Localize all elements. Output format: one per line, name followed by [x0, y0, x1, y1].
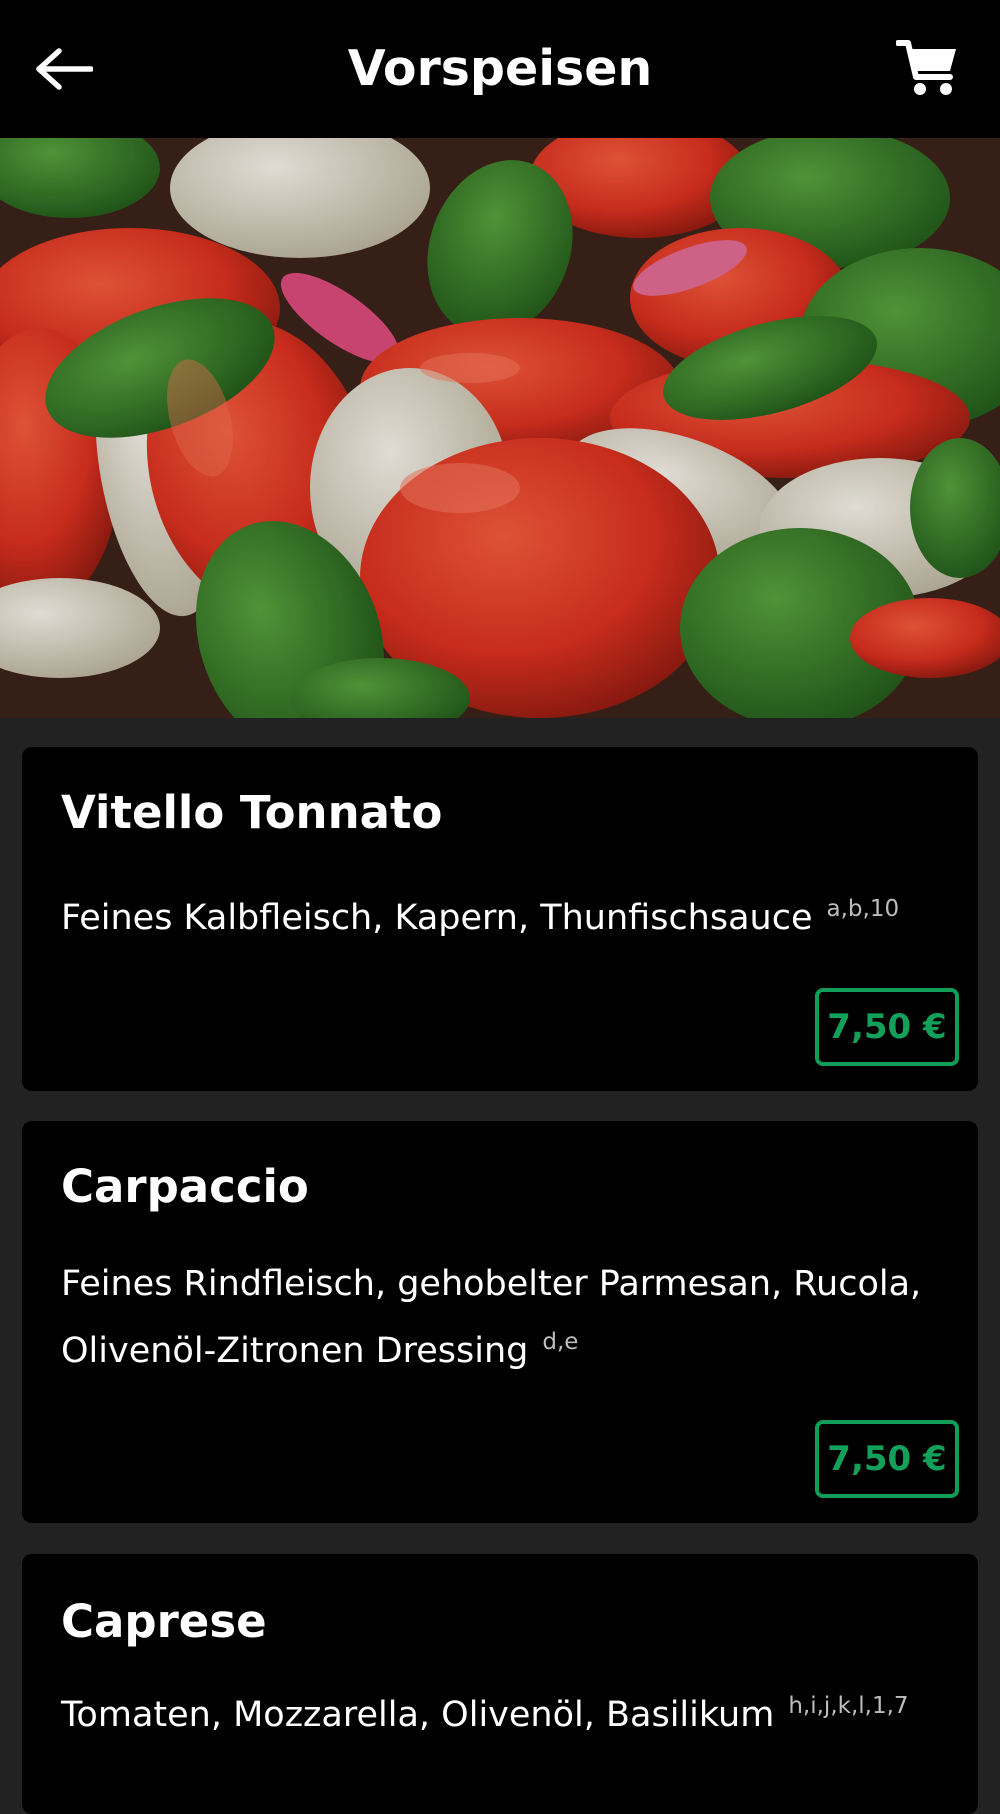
dish-card[interactable]: Caprese Tomaten, Mozzarella, Olivenöl, B…	[22, 1554, 978, 1814]
dish-description-text: Feines Kalbfleisch, Kapern, Thunfischsau…	[61, 898, 813, 938]
dish-description-text: Feines Rindfleisch, gehobelter Parmesan,…	[61, 1264, 922, 1371]
allergen-codes: d,e	[542, 1329, 579, 1356]
arrow-left-icon	[36, 48, 93, 90]
dish-card[interactable]: Carpaccio Feines Rindfleisch, gehobelter…	[22, 1121, 978, 1523]
page-title: Vorspeisen	[347, 40, 653, 97]
hero-food-image	[0, 138, 1000, 718]
back-button[interactable]	[28, 34, 100, 104]
dish-card[interactable]: Vitello Tonnato Feines Kalbfleisch, Kape…	[22, 747, 978, 1091]
dish-name: Caprese	[61, 1595, 267, 1648]
cart-button[interactable]	[890, 30, 966, 106]
dish-name: Carpaccio	[61, 1160, 309, 1213]
app-header: Vorspeisen	[0, 0, 1000, 138]
dish-description-text: Tomaten, Mozzarella, Olivenöl, Basilikum	[61, 1695, 775, 1735]
allergen-codes: h,i,j,k,l,1,7	[788, 1693, 909, 1720]
price-button[interactable]: 7,50 €	[815, 988, 959, 1066]
shopping-cart-icon	[896, 40, 956, 95]
dish-description: Feines Rindfleisch, gehobelter Parmesan,…	[61, 1251, 938, 1385]
dish-description: Tomaten, Mozzarella, Olivenöl, Basilikum…	[61, 1682, 938, 1749]
dish-description: Feines Kalbfleisch, Kapern, Thunfischsau…	[61, 885, 938, 952]
price-button[interactable]: 7,50 €	[815, 1420, 959, 1498]
allergen-codes: a,b,10	[826, 896, 900, 923]
dish-name: Vitello Tonnato	[61, 786, 443, 839]
